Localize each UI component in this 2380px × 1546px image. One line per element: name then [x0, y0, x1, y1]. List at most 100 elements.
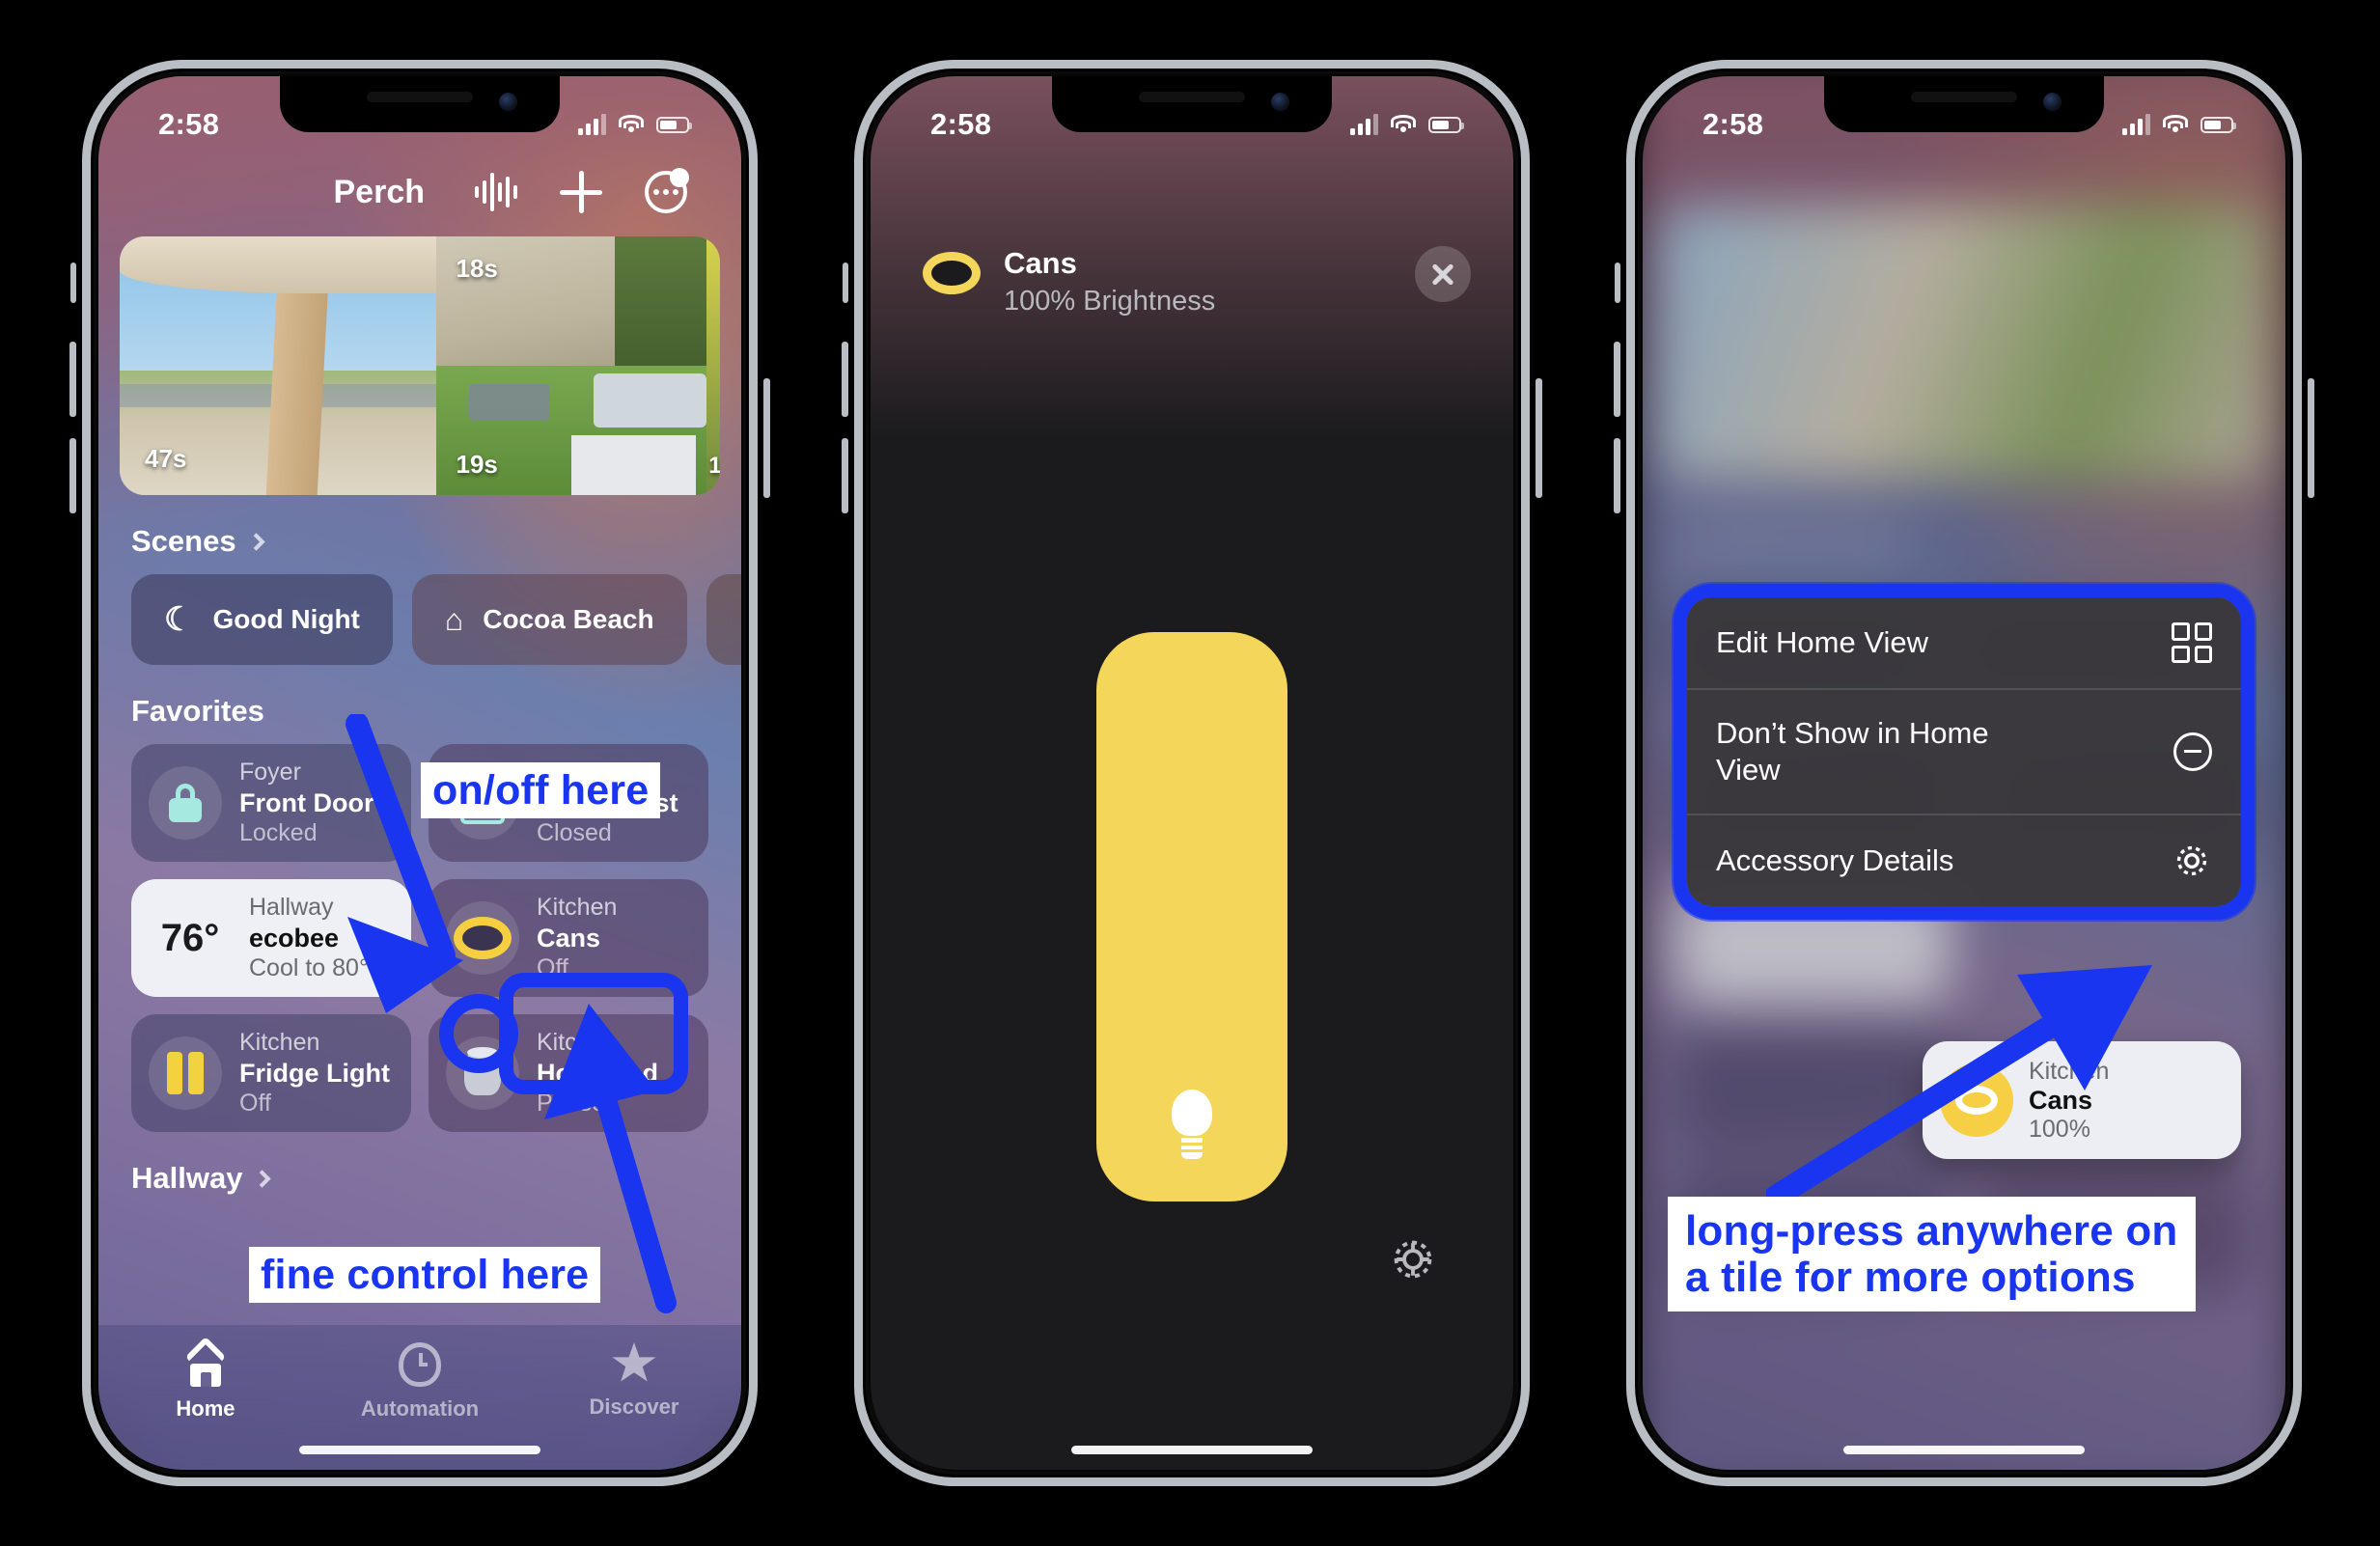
chevron-right-icon: [246, 532, 265, 551]
menu-item-label: Edit Home View: [1716, 625, 1928, 660]
mute-switch[interactable]: [843, 262, 848, 303]
camera-tile-driveway[interactable]: 18s: [436, 236, 707, 366]
page-title: Perch: [333, 173, 426, 210]
scene-good-night[interactable]: ☾ Good Night: [131, 574, 393, 665]
volume-up-button[interactable]: [842, 342, 848, 417]
annotation-on-off-here: on/off here: [421, 762, 661, 819]
earpiece-speaker: [367, 92, 473, 102]
star-icon: [612, 1342, 656, 1382]
home-indicator[interactable]: [299, 1446, 540, 1454]
menu-item-accessory-details[interactable]: Accessory Details: [1687, 813, 2241, 906]
menu-item-label: Don’t Show in Home View: [1716, 716, 1989, 787]
ceiling-light-icon: [923, 252, 981, 294]
tab-home[interactable]: Home: [99, 1336, 312, 1422]
phone-2-brightness-control: 2:58 Cans 100% Brightness: [842, 60, 1542, 1486]
annotation-arrow-longpress: [1766, 965, 2152, 1206]
gear-icon[interactable]: [1386, 1232, 1440, 1286]
thermostat-temperature: 76°: [160, 916, 220, 959]
power-button[interactable]: [763, 378, 770, 498]
scenes-row[interactable]: ☾ Good Night ⌂ Cocoa Beach ⌂: [98, 574, 741, 665]
tile-room: Kitchen: [537, 894, 618, 922]
house-icon: ⌂: [739, 602, 741, 638]
scene-label: Cocoa Beach: [483, 604, 654, 634]
sheet-title: Cans: [1004, 246, 1077, 280]
hallway-header-label: Hallway: [131, 1161, 243, 1195]
screenshot-stage: 2:58 Perch 47s 18s 19s 1 Scenes ☾ Good N…: [0, 0, 2380, 1546]
battery-icon: [2200, 116, 2236, 133]
cellular-bars-icon: [578, 114, 606, 135]
moon-stars-icon: ☾: [164, 601, 194, 638]
front-camera: [2043, 93, 2062, 111]
volume-down-button[interactable]: [1614, 438, 1620, 513]
grid-icon: [2172, 622, 2212, 663]
waveform-icon[interactable]: [475, 173, 517, 211]
plus-icon[interactable]: [560, 171, 602, 213]
earpiece-speaker: [1911, 92, 2017, 102]
battery-icon: [1428, 116, 1464, 133]
status-time: 2:58: [158, 107, 220, 141]
scenes-header-label: Scenes: [131, 524, 236, 558]
camera-timestamp: 19s: [456, 450, 498, 479]
menu-item-edit-home-view[interactable]: Edit Home View: [1687, 597, 2241, 688]
sheet-subtitle: 100% Brightness: [1004, 285, 1216, 317]
camera-timestamp: 1: [708, 453, 720, 479]
scene-cocoa-beach[interactable]: ⌂ Cocoa Beach: [411, 574, 687, 665]
wifi-icon: [619, 115, 644, 134]
tab-label: Automation: [360, 1396, 480, 1421]
volume-down-button[interactable]: [842, 438, 848, 513]
more-options-icon[interactable]: [645, 168, 689, 213]
annotation-line-2: a tile for more options: [1685, 1253, 2136, 1301]
power-button[interactable]: [2308, 378, 2314, 498]
mute-switch[interactable]: [1615, 262, 1620, 303]
tab-automation[interactable]: Automation: [314, 1342, 526, 1422]
home-indicator[interactable]: [1071, 1446, 1313, 1454]
tab-label: Home: [176, 1396, 235, 1421]
tab-label: Discover: [589, 1394, 679, 1419]
cellular-bars-icon: [1350, 114, 1378, 135]
front-camera: [499, 93, 517, 111]
minus-circle-icon: [2173, 732, 2212, 771]
menu-item-dont-show-in-home-view[interactable]: Don’t Show in Home View: [1687, 688, 2241, 814]
cellular-bars-icon: [2122, 114, 2150, 135]
volume-up-button[interactable]: [1614, 342, 1620, 417]
brightness-slider[interactable]: [1096, 632, 1287, 1201]
camera-tile-front-door[interactable]: 47s: [120, 236, 437, 495]
lock-icon: [149, 766, 222, 840]
favorites-header-label: Favorites: [131, 694, 264, 728]
home-navigation-bar: Perch: [98, 157, 741, 227]
camera-timestamp: 47s: [145, 444, 187, 473]
scenes-header[interactable]: Scenes: [131, 524, 741, 559]
close-icon[interactable]: [1415, 246, 1471, 302]
scene-label: Good Night: [212, 604, 360, 634]
notch: [1824, 76, 2104, 132]
earpiece-speaker: [1139, 92, 1245, 102]
tile-state: Off: [239, 1090, 271, 1118]
tile-name: Fridge Light: [239, 1058, 390, 1088]
clock-icon: [398, 1342, 441, 1387]
notch: [1052, 76, 1332, 132]
annotation-long-press: long-press anywhere on a tile for more o…: [1668, 1197, 2196, 1312]
camera-tile-backyard[interactable]: 19s: [436, 366, 707, 495]
tab-discover[interactable]: Discover: [528, 1342, 740, 1420]
tile-state: Closed: [537, 819, 612, 847]
notch: [280, 76, 560, 132]
chevron-right-icon: [253, 1169, 272, 1188]
home-indicator[interactable]: [1843, 1446, 2085, 1454]
mute-switch[interactable]: [70, 262, 76, 303]
wifi-icon: [1391, 115, 1416, 134]
volume-up-button[interactable]: [69, 342, 76, 417]
status-time: 2:58: [1702, 107, 1764, 141]
lightbulb-icon: [1166, 1090, 1218, 1159]
scene-partial[interactable]: ⌂: [706, 574, 741, 665]
sheet-header: Cans 100% Brightness: [923, 246, 1471, 317]
status-time: 2:58: [930, 107, 992, 141]
volume-down-button[interactable]: [69, 438, 76, 513]
wifi-icon: [2163, 115, 2188, 134]
annotation-fine-control-here: fine control here: [249, 1247, 601, 1304]
power-button[interactable]: [1536, 378, 1542, 498]
camera-timestamp: 18s: [456, 254, 498, 283]
front-camera: [1271, 93, 1289, 111]
camera-tile-side[interactable]: 1: [706, 236, 720, 495]
battery-icon: [656, 116, 692, 133]
phone-2-screen: 2:58 Cans 100% Brightness: [871, 76, 1513, 1470]
